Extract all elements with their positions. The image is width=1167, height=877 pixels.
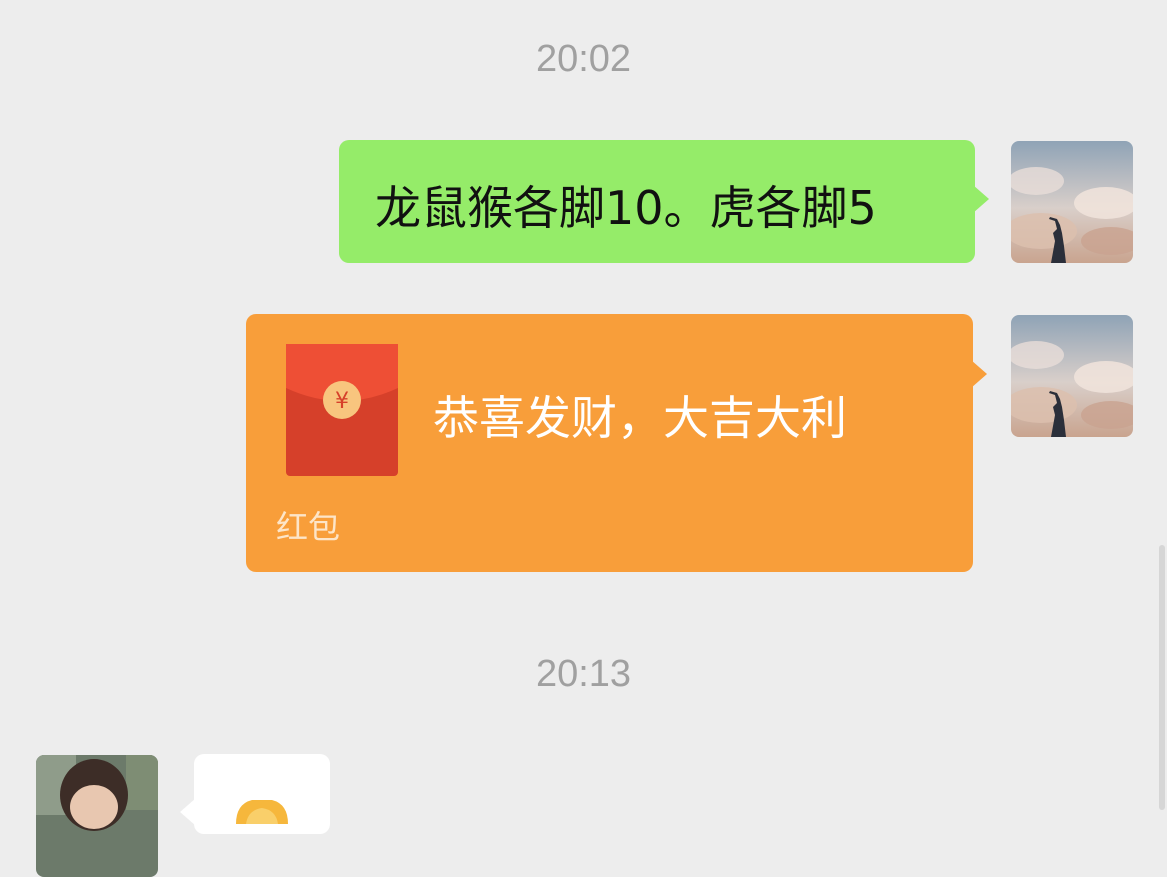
sky-silhouette-avatar-image [1011,141,1133,263]
timestamp-2002: 20:02 [535,38,632,80]
red-packet-label: 红包 [276,508,341,546]
red-packet-greeting: 恭喜发财，大吉大利 [433,391,847,445]
sky-silhouette-avatar-image [1011,315,1133,437]
my-avatar[interactable] [1011,315,1133,437]
yuan-coin-icon [236,800,288,824]
red-envelope-icon: ¥ [286,344,398,476]
my-avatar[interactable] [1011,141,1133,263]
my-text-message-bubble[interactable]: 龙鼠猴各脚10。虎各脚5 [339,140,989,263]
message-text: 龙鼠猴各脚10。虎各脚5 [375,181,877,235]
scrollbar[interactable] [1159,545,1165,810]
contact-avatar[interactable] [36,755,158,877]
red-packet-message[interactable]: ¥ 恭喜发财，大吉大利 红包 [246,314,987,572]
contact-message-bubble[interactable] [180,754,330,834]
timestamp-2013: 20:13 [535,653,632,695]
child-photo-avatar-image [36,755,158,877]
svg-text:¥: ¥ [335,389,349,414]
